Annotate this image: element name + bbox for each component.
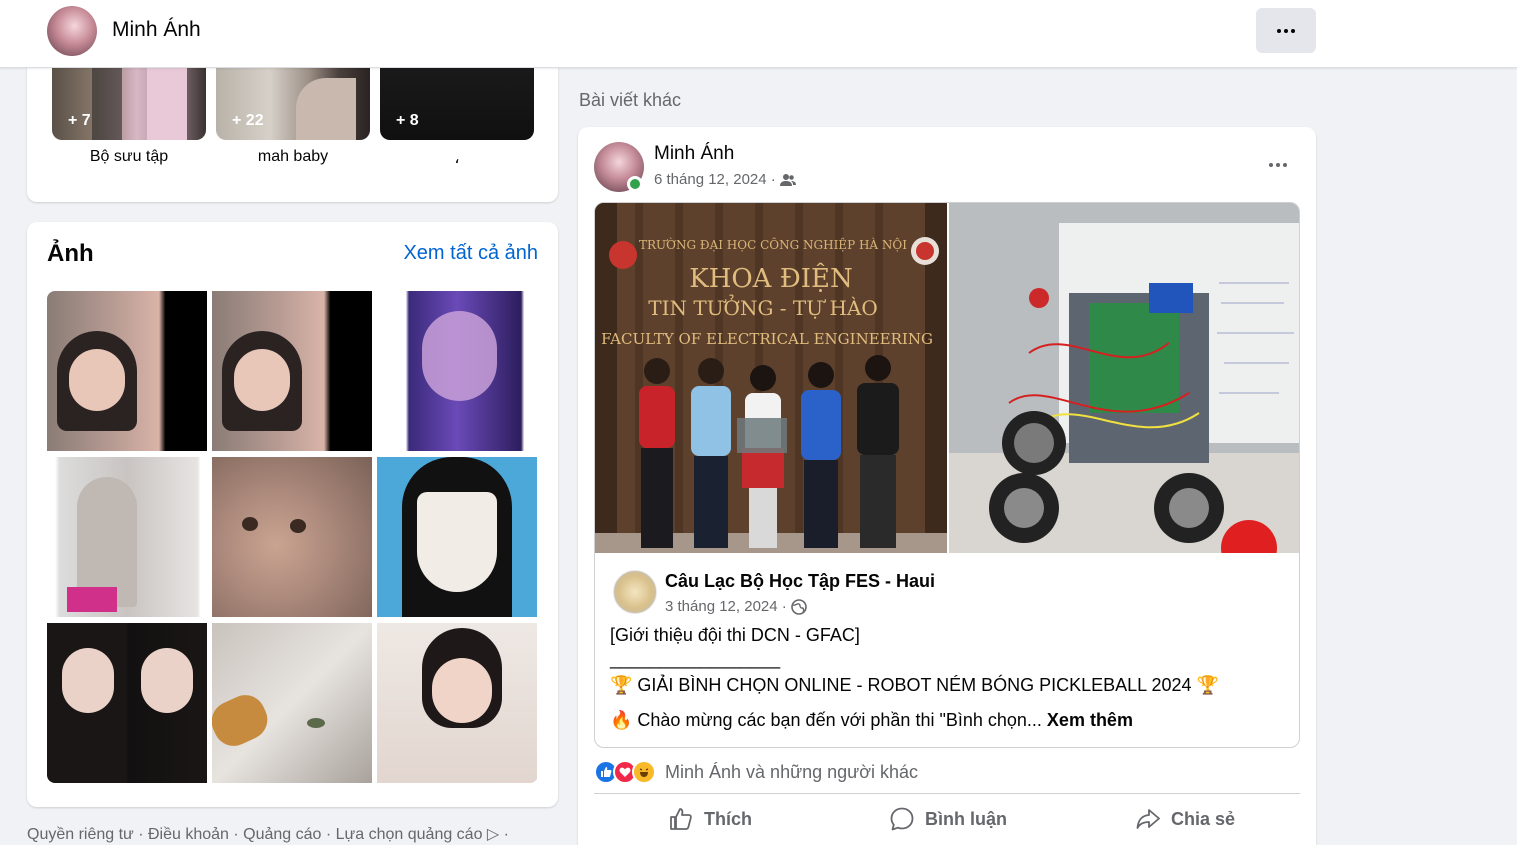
photo-thumbnail[interactable] (47, 457, 207, 617)
shared-post-excerpt: 🔥 Chào mừng các bạn đến với phần thi "Bì… (610, 710, 1042, 730)
faculty-sign-line2: TIN TƯỞNG - TỰ HÀO (648, 293, 877, 320)
photo-thumbnail[interactable] (47, 291, 207, 451)
share-label: Chia sẻ (1171, 808, 1236, 829)
shared-post-text-line: 🏆 GIẢI BÌNH CHỌN ONLINE - ROBOT NÉM BÓNG… (610, 675, 1219, 695)
shared-page-name[interactable]: Câu Lạc Bộ Học Tập FES - Haui (665, 571, 935, 592)
photo-thumbnail[interactable] (377, 623, 537, 783)
album-label[interactable]: mah baby (216, 148, 370, 166)
post-author-name[interactable]: Minh Ánh (654, 143, 734, 165)
comment-label: Bình luận (925, 808, 1007, 829)
actions-divider (594, 793, 1300, 794)
share-button[interactable]: Chia sẻ (1135, 804, 1235, 834)
more-icon (1277, 28, 1295, 33)
photo-thumbnail[interactable] (212, 623, 372, 783)
album-thumbnail[interactable]: + 7 (52, 68, 206, 140)
photos-title: Ảnh (47, 240, 94, 267)
reactions-summary[interactable]: Minh Ánh và những người khác (594, 759, 918, 785)
shared-post-date-text[interactable]: 3 tháng 12, 2024 · (665, 598, 787, 615)
see-all-photos-link[interactable]: Xem tất cả ảnh (403, 242, 538, 265)
photo-thumbnail[interactable] (377, 457, 537, 617)
album-count: + 7 (68, 112, 91, 129)
post-more-button[interactable] (1262, 153, 1294, 177)
photo-thumbnail[interactable] (377, 291, 537, 451)
faculty-sign-line1: KHOA ĐIỆN (689, 262, 852, 294)
photo-thumbnail[interactable] (212, 457, 372, 617)
team-photo-illustration: TRƯỜNG ĐẠI HỌC CÔNG NGHIỆP HÀ NỘI KHOA Đ… (595, 203, 947, 553)
post-date: 6 tháng 12, 2024 · (654, 171, 796, 188)
avatar[interactable] (47, 6, 97, 56)
album-count: + 22 (232, 112, 264, 129)
photo-thumbnail[interactable] (47, 623, 207, 783)
more-icon (1269, 163, 1287, 167)
shared-photo-team[interactable]: TRƯỜNG ĐẠI HỌC CÔNG NGHIỆP HÀ NỘI KHOA Đ… (595, 203, 947, 553)
share-icon (1136, 809, 1160, 829)
shared-post[interactable]: TRƯỜNG ĐẠI HỌC CÔNG NGHIỆP HÀ NỘI KHOA Đ… (594, 202, 1300, 748)
see-more-link[interactable]: Xem thêm (1047, 710, 1133, 730)
globe-icon (790, 598, 807, 615)
photo-thumbnail[interactable] (212, 291, 372, 451)
comment-icon (890, 807, 914, 831)
footer-links[interactable]: Quyền riêng tư · Điều khoản · Quảng cáo … (27, 824, 509, 844)
reactions-text[interactable]: Minh Ánh và những người khác (665, 762, 918, 783)
like-button[interactable]: Thích (668, 804, 752, 834)
friends-audience-icon (779, 173, 796, 186)
profile-name[interactable]: Minh Ánh (112, 18, 201, 42)
school-name-sign: TRƯỜNG ĐẠI HỌC CÔNG NGHIỆP HÀ NỘI (639, 236, 907, 252)
shared-post-date: 3 tháng 12, 2024 · (665, 598, 807, 615)
faculty-sign-line3: FACULTY OF ELECTRICAL ENGINEERING (601, 330, 933, 348)
comment-button[interactable]: Bình luận (889, 804, 1007, 834)
robot-photo-illustration (949, 203, 1299, 553)
album-label[interactable]: ، (380, 148, 534, 168)
album-thumbnail[interactable]: + 8 (380, 68, 534, 140)
more-options-button[interactable] (1256, 8, 1316, 53)
photos-card: Ảnh Xem tất cả ảnh (27, 222, 558, 807)
post-card: Minh Ánh 6 tháng 12, 2024 · TRƯỜNG ĐẠI H… (578, 127, 1316, 845)
shared-post-text-line: 🔥 Chào mừng các bạn đến với phần thi "Bì… (610, 710, 1290, 731)
profile-header-bar: Minh Ánh (0, 0, 1517, 68)
online-status-dot (627, 176, 643, 192)
photo-grid (47, 291, 538, 783)
post-date-text[interactable]: 6 tháng 12, 2024 · (654, 171, 776, 188)
like-label: Thích (704, 808, 752, 829)
album-label[interactable]: Bộ sưu tập (52, 148, 206, 166)
haha-reaction-icon (632, 760, 656, 784)
shared-post-divider-text: _________________ (610, 649, 781, 669)
shared-photo-robot[interactable] (949, 203, 1299, 553)
page-avatar[interactable] (613, 570, 657, 614)
album-thumbnail[interactable]: + 22 (216, 68, 370, 140)
album-count: + 8 (396, 112, 419, 129)
shared-post-text-line: [Giới thiệu đội thi DCN - GFAC] (610, 625, 860, 645)
like-icon (670, 808, 692, 830)
other-posts-label: Bài viết khác (579, 90, 682, 110)
